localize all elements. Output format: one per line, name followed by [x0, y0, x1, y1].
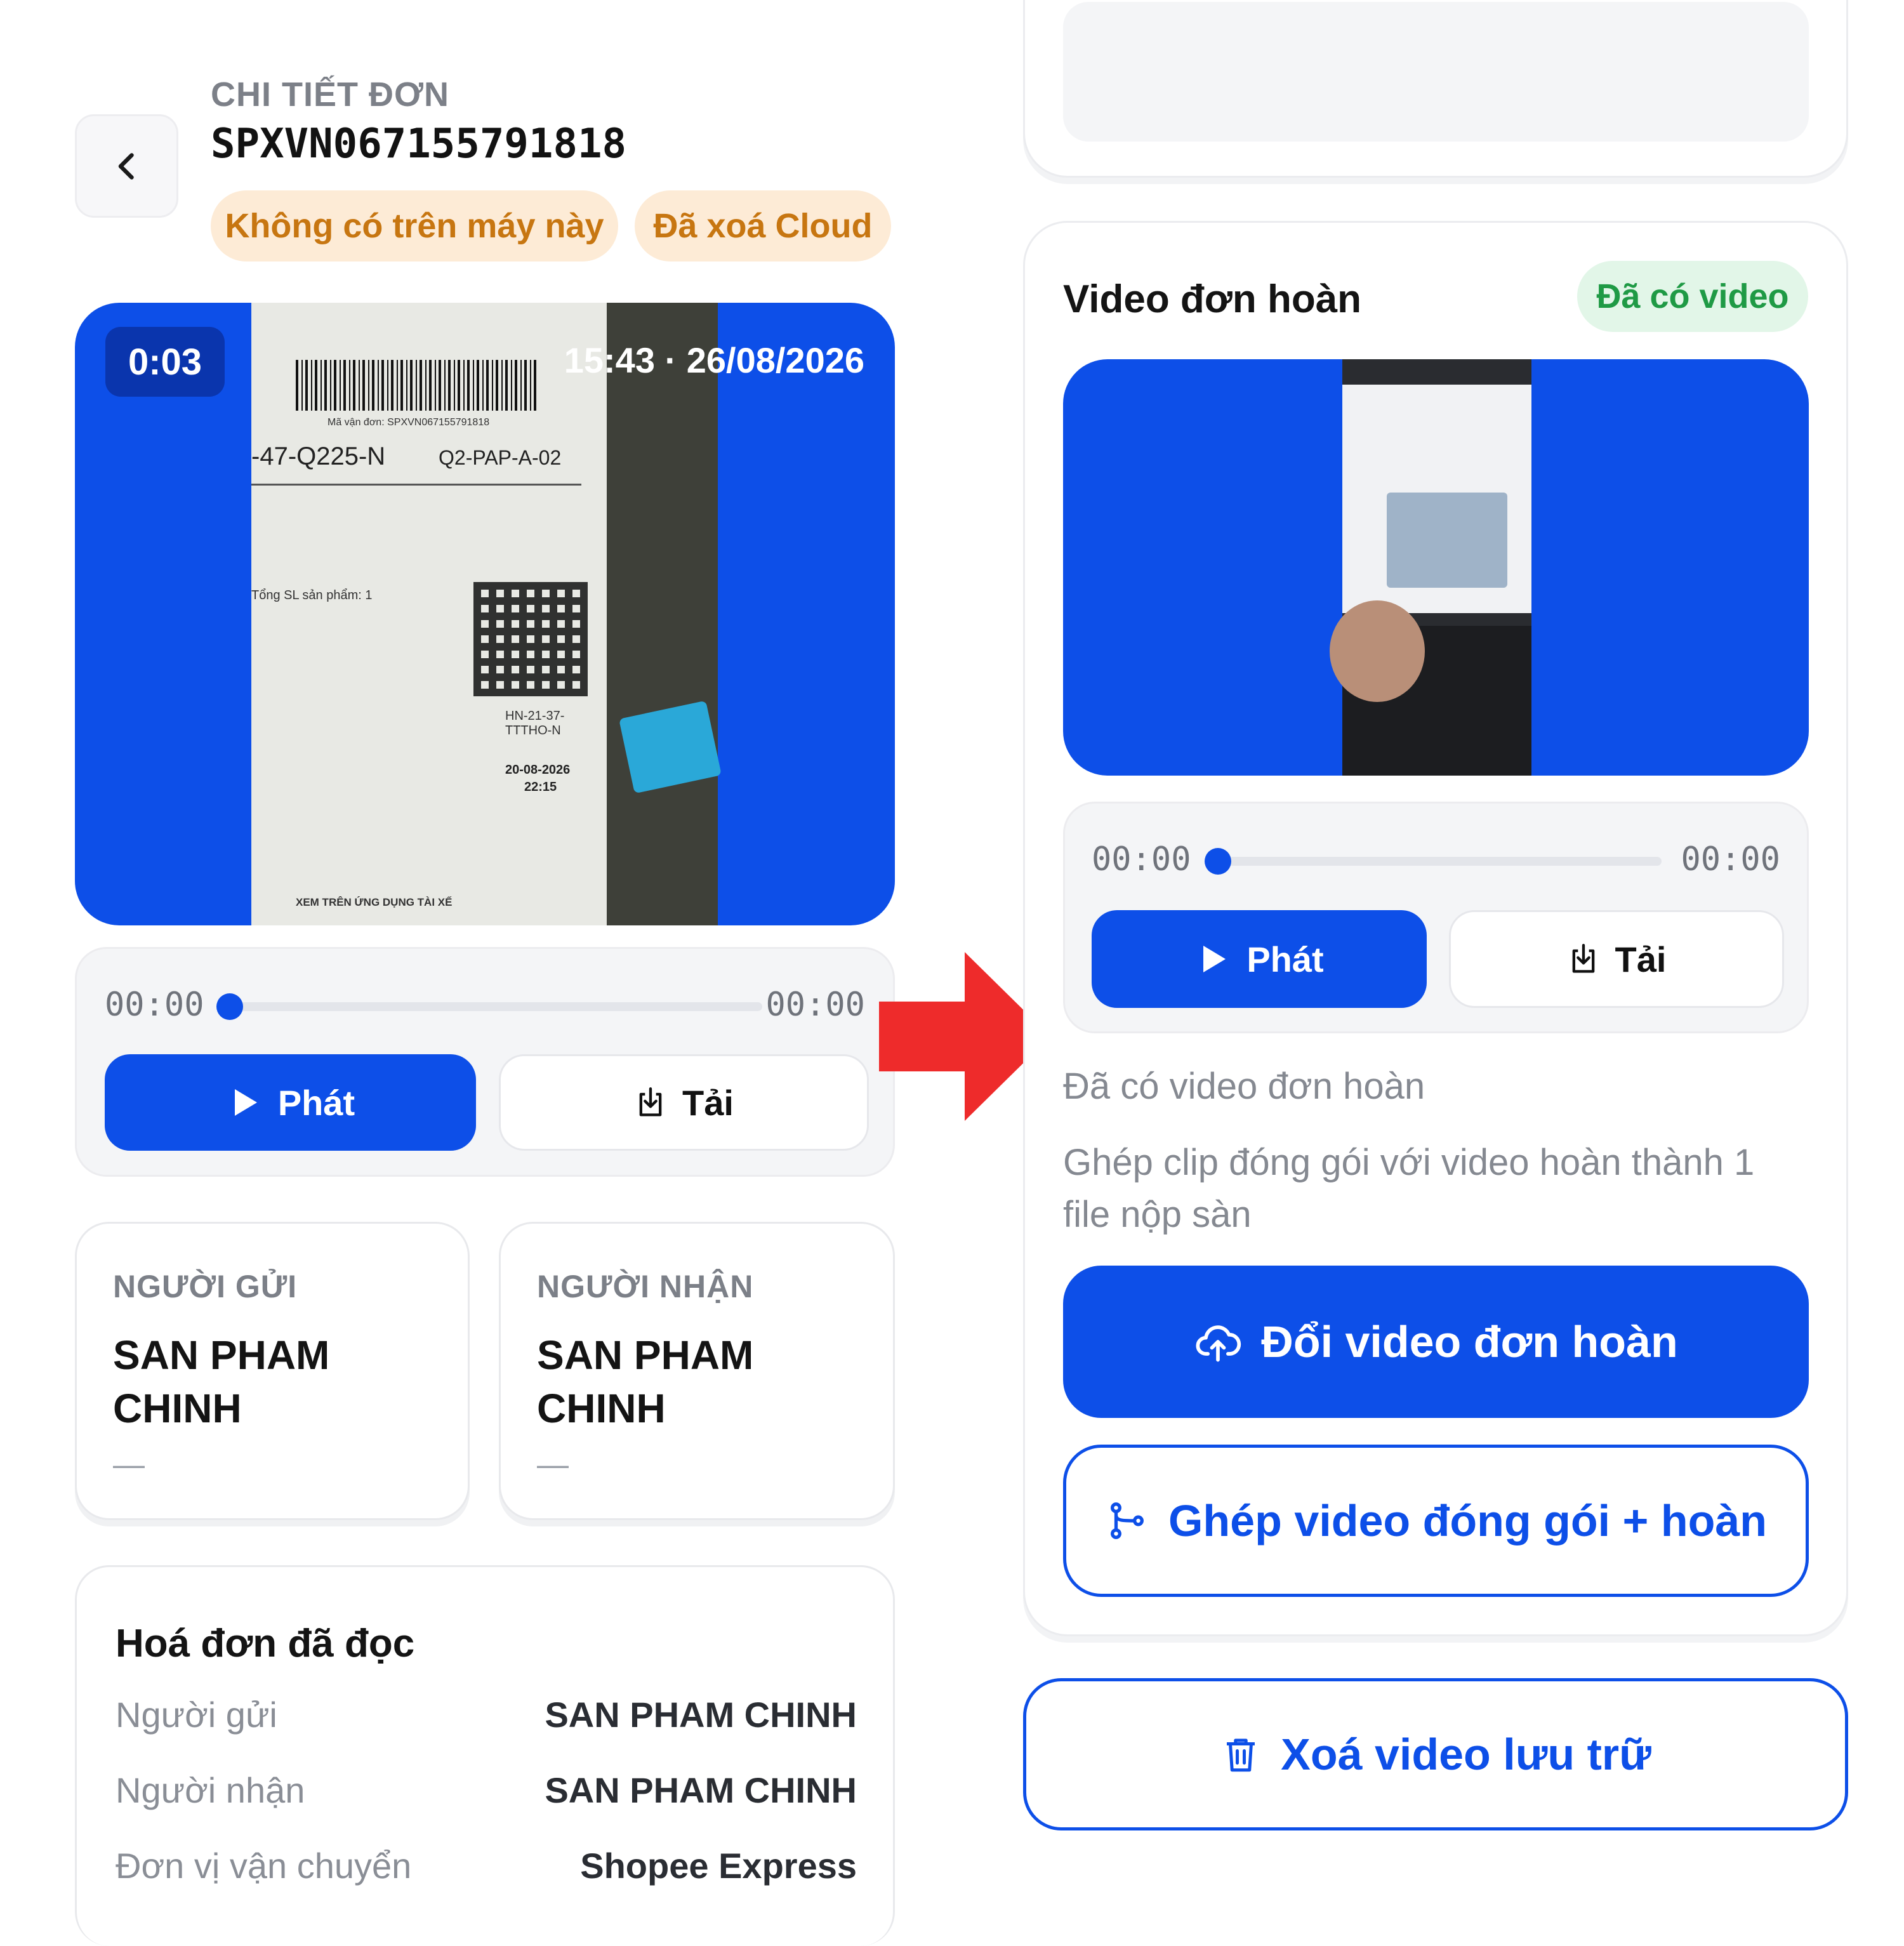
- sender-name-line2: CHINH: [113, 1386, 242, 1431]
- return-video[interactable]: [1063, 359, 1809, 776]
- play-button[interactable]: Phát: [105, 1054, 476, 1151]
- label-footer: XEM TRÊN ỨNG DỤNG TÀI XẾ: [296, 896, 453, 908]
- delete-stored-video-button[interactable]: Xoá video lưu trữ: [1023, 1678, 1848, 1830]
- video-frame: Mã vận đơn: SPXVN067155791818 -47-Q225-N…: [251, 303, 722, 925]
- order-id: SPXVN067155791818: [211, 121, 627, 168]
- total-time: 00:00: [765, 986, 865, 1024]
- finger-image: [1330, 600, 1425, 702]
- seek-knob[interactable]: [1205, 848, 1231, 875]
- qr-code-graphic: [473, 582, 588, 696]
- download-label: Tải: [1615, 939, 1667, 979]
- invoice-row-label: Người nhận: [116, 1770, 305, 1810]
- receiver-name-line1: SAN PHAM: [537, 1332, 754, 1378]
- cloud-upload-icon: [1196, 1325, 1241, 1362]
- packing-video[interactable]: Mã vận đơn: SPXVN067155791818 -47-Q225-N…: [75, 303, 895, 925]
- packing-video-player: 00:00 00:00 Phát Tải: [75, 947, 895, 1177]
- label-route: HN-21-37-TTTHO-N: [505, 709, 565, 738]
- video-timestamp: 15:43 · 26/08/2026: [564, 340, 864, 380]
- return-video-player: 00:00 00:00 Phát Tải: [1063, 802, 1809, 1033]
- sender-label: NGƯỜI GỬI: [113, 1269, 298, 1304]
- label-time: 22:15: [524, 780, 557, 794]
- screen-thumbnail: [1387, 493, 1507, 588]
- label-sort-code-left: -47-Q225-N: [251, 442, 386, 470]
- change-return-video-button[interactable]: Đổi video đơn hoàn: [1063, 1266, 1809, 1418]
- delete-stored-video-label: Xoá video lưu trữ: [1281, 1730, 1651, 1779]
- status-badge-cloud-deleted: Đã xoá Cloud: [635, 190, 891, 261]
- receiver-extra: —: [537, 1446, 569, 1482]
- invoice-row-value: SAN PHAM CHINH: [545, 1695, 857, 1735]
- invoice-title: Hoá đơn đã đọc: [116, 1622, 415, 1665]
- video-duration-overlay: 0:03: [105, 327, 225, 397]
- download-icon: [639, 1087, 662, 1116]
- seek-knob[interactable]: [216, 993, 243, 1020]
- invoice-card: Hoá đơn đã đọc Người gửi SAN PHAM CHINH …: [75, 1565, 895, 1946]
- trash-icon: [1227, 1738, 1255, 1772]
- receiver-name-line2: CHINH: [537, 1386, 666, 1431]
- invoice-row-value: Shopee Express: [580, 1846, 857, 1886]
- empty-panel: [1063, 2, 1809, 142]
- laptop-screen-image: [1342, 385, 1531, 613]
- play-label: Phát: [277, 1082, 355, 1123]
- play-label: Phát: [1246, 939, 1324, 979]
- merge-icon: [1111, 1502, 1144, 1539]
- blue-card-in-frame: [619, 700, 722, 794]
- label-tracking: Mã vận đơn: SPXVN067155791818: [327, 417, 490, 428]
- label-total-products: Tổng SL sản phẩm: 1: [251, 588, 373, 602]
- download-label: Tải: [682, 1082, 734, 1123]
- merge-hint-line2: file nộp sàn: [1063, 1194, 1252, 1235]
- sender-card: NGƯỜI GỬI SAN PHAM CHINH —: [75, 1222, 470, 1520]
- seek-bar[interactable]: [1217, 857, 1662, 866]
- sender-extra: —: [113, 1446, 145, 1482]
- receiver-label: NGƯỜI NHẬN: [537, 1269, 754, 1304]
- play-button[interactable]: Phát: [1092, 910, 1427, 1008]
- video-ready-badge: Đã có video: [1577, 261, 1808, 332]
- top-card: [1023, 0, 1848, 178]
- sender-name-line1: SAN PHAM: [113, 1332, 330, 1378]
- download-button[interactable]: Tải: [1449, 910, 1784, 1008]
- receiver-card: NGƯỜI NHẬN SAN PHAM CHINH —: [499, 1222, 895, 1520]
- back-button[interactable]: [75, 114, 178, 218]
- chevron-left-icon: [118, 152, 134, 180]
- merge-hint-line1: Ghép clip đóng gói với video hoàn thành …: [1063, 1142, 1755, 1183]
- merge-video-button[interactable]: Ghép video đóng gói + hoàn: [1063, 1445, 1809, 1597]
- invoice-row-label: Đơn vị vận chuyển: [116, 1846, 412, 1886]
- download-button[interactable]: Tải: [499, 1054, 869, 1151]
- return-video-status: Đã có video đơn hoàn: [1063, 1066, 1425, 1107]
- barcode-graphic: [296, 360, 537, 411]
- current-time: 00:00: [1092, 840, 1191, 878]
- change-return-video-label: Đổi video đơn hoàn: [1261, 1317, 1678, 1367]
- download-icon: [1572, 944, 1594, 973]
- invoice-row-value: SAN PHAM CHINH: [545, 1770, 857, 1810]
- label-sort-code-right: Q2-PAP-A-02: [439, 446, 562, 469]
- video-frame: [1330, 359, 1531, 776]
- merge-video-label: Ghép video đóng gói + hoàn: [1168, 1496, 1768, 1546]
- label-divider: [251, 484, 581, 486]
- play-icon: [1203, 946, 1226, 972]
- page-eyebrow: CHI TIẾT ĐƠN: [211, 76, 450, 114]
- seek-bar[interactable]: [229, 1002, 762, 1011]
- invoice-row-label: Người gửi: [116, 1695, 277, 1735]
- status-badge-not-on-device: Không có trên máy này: [211, 190, 618, 261]
- return-video-title: Video đơn hoàn: [1063, 277, 1362, 321]
- play-icon: [234, 1089, 257, 1116]
- label-date: 20-08-2026: [505, 763, 571, 777]
- return-video-card: Video đơn hoàn Đã có video 00:00 00:00 P…: [1023, 221, 1848, 1636]
- shipping-label-image: Mã vận đơn: SPXVN067155791818 -47-Q225-N…: [251, 303, 607, 925]
- total-time: 00:00: [1681, 840, 1780, 878]
- current-time: 00:00: [105, 986, 204, 1024]
